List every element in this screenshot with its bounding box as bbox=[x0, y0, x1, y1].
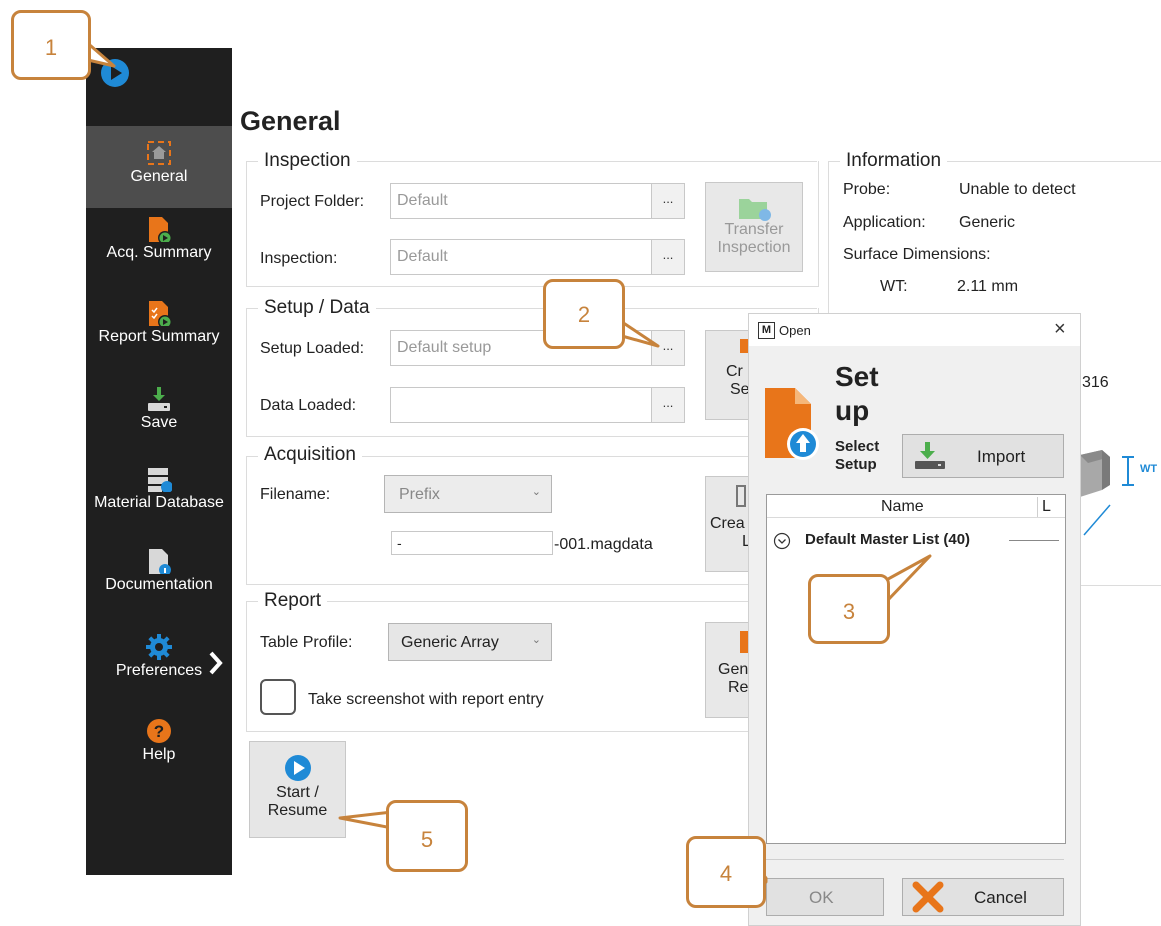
callout-5: 5 bbox=[386, 800, 468, 872]
callout-pointers bbox=[82, 38, 932, 884]
callout-3: 3 bbox=[808, 574, 890, 644]
callout-2: 2 bbox=[543, 279, 625, 349]
callout-1: 1 bbox=[11, 10, 91, 80]
callout-4: 4 bbox=[686, 836, 766, 908]
